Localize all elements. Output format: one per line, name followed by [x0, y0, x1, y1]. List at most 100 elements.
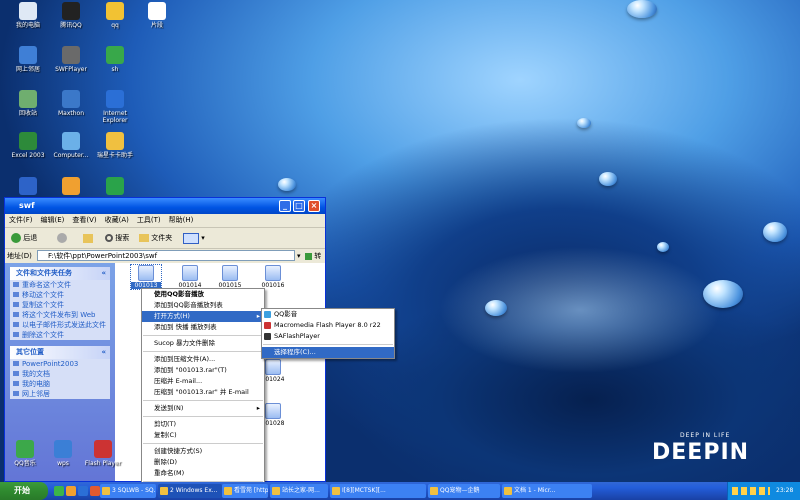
address-input[interactable]: F:\软件\ppt\PowerPoint2003\swf	[37, 250, 295, 261]
collapse-icon[interactable]: «	[101, 346, 106, 359]
task-link[interactable]: 以电子邮件形式发送此文件	[10, 320, 110, 330]
file-item[interactable]: 001013	[130, 264, 162, 290]
desktop-icon[interactable]: 瑞星卡卡助手	[92, 132, 138, 159]
submenu-item[interactable]: Macromedia Flash Player 8.0 r22	[262, 320, 394, 331]
back-button[interactable]: 后退	[11, 231, 37, 245]
context-menu: 使用QQ影音播放 添加到QQ影音播放列表打开方式(H) ▸ 添加到 快播 播放列表 Su…	[141, 288, 265, 496]
context-menu-item[interactable]: 打开方式(H) ▸	[142, 311, 264, 322]
menu-item[interactable]: 文件(F)	[9, 216, 33, 224]
task-link[interactable]: 删除这个文件	[10, 330, 110, 340]
desktop-icon[interactable]: qq	[92, 2, 138, 29]
quick-launch-icon[interactable]	[78, 486, 88, 496]
context-menu-item[interactable]: 添加到压缩文件(A)...	[142, 354, 264, 365]
context-menu-item[interactable]: 添加到 快播 播放列表	[142, 322, 264, 333]
taskbar-button[interactable]: 看雪苑 [http...	[222, 484, 268, 498]
file-item[interactable]: 001014	[175, 265, 205, 289]
swf-file-icon	[182, 265, 198, 281]
context-menu-item[interactable]: Sucop 暴力文件删除	[142, 338, 264, 349]
menu-item-label: 添加到 快播 播放列表	[154, 323, 217, 331]
maximize-button[interactable]: □	[293, 200, 305, 212]
place-link[interactable]: PowerPoint2003	[10, 359, 110, 369]
taskbar-button-label: I[8][MCTSK][...	[342, 487, 386, 494]
views-button[interactable]: ▾	[183, 231, 205, 245]
desktop-icon[interactable]: Computer...	[48, 132, 94, 159]
desktop-icon[interactable]: 网上邻居	[5, 46, 51, 73]
address-label: 地址(D)	[7, 252, 32, 260]
program-icon	[264, 333, 271, 340]
file-tasks-header[interactable]: 文件和文件夹任务 «	[10, 267, 110, 280]
context-menu-item[interactable]: 添加到QQ影音播放列表	[142, 300, 264, 311]
quick-launch-icon[interactable]	[66, 486, 76, 496]
task-link[interactable]: 复制这个文件	[10, 300, 110, 310]
context-menu-item[interactable]: 压缩并 E-mail...	[142, 376, 264, 387]
desktop-icon[interactable]	[92, 177, 138, 197]
place-link[interactable]: 我的文档	[10, 369, 110, 379]
context-menu-item[interactable]: 发送到(N) ▸	[142, 403, 264, 414]
place-link[interactable]: 我的电脑	[10, 379, 110, 389]
open-with-submenu: QQ影音 Macromedia Flash Player 8.0 r22 SAFla…	[261, 308, 395, 359]
desktop-icon[interactable]	[5, 177, 51, 197]
menu-item[interactable]: 查看(V)	[72, 216, 96, 224]
desktop-icon[interactable]: Internet Explorer	[92, 90, 138, 124]
context-menu-item[interactable]: 剪切(T)	[142, 419, 264, 430]
water-drop	[599, 172, 617, 186]
context-menu-item[interactable]: 删除(D)	[142, 457, 264, 468]
water-drop	[485, 300, 507, 316]
clock[interactable]: 23:28	[776, 482, 793, 500]
submenu-item[interactable]: QQ影音	[262, 309, 394, 320]
quick-launch-icon[interactable]	[54, 486, 64, 496]
menu-item[interactable]: 编辑(E)	[41, 216, 65, 224]
menu-item[interactable]: 工具(T)	[137, 216, 161, 224]
desktop-icon[interactable]: Flash Player	[80, 440, 126, 467]
desktop-icon[interactable]: Maxthon	[48, 90, 94, 117]
folders-button[interactable]: 文件夹	[139, 231, 172, 245]
task-link[interactable]: 移动这个文件	[10, 290, 110, 300]
menu-separator	[143, 400, 263, 401]
desktop-icon[interactable]: 我的电脑	[5, 2, 51, 29]
menu-item[interactable]: 帮助(H)	[169, 216, 194, 224]
desktop-icon[interactable]: 腾讯QQ	[48, 2, 94, 29]
place-link[interactable]: 网上邻居	[10, 389, 110, 399]
context-menu-item[interactable]: 使用QQ影音播放	[142, 289, 264, 300]
taskbar-button[interactable]: 2 Windows Ex...	[158, 484, 222, 498]
other-places-header[interactable]: 其它位置 «	[10, 346, 110, 359]
up-folder-button[interactable]	[83, 231, 93, 245]
context-menu-item[interactable]: 创建快捷方式(S)	[142, 446, 264, 457]
start-button[interactable]: 开始	[0, 482, 48, 500]
desktop-icon-label: 腾讯QQ	[60, 22, 82, 29]
taskbar-button[interactable]: 文档 1 - Micr...	[502, 484, 592, 498]
context-menu-item[interactable]: 复制(C)	[142, 430, 264, 441]
quick-launch-icon[interactable]	[90, 486, 100, 496]
context-menu-item[interactable]: 添加到 "001013.rar"(T)	[142, 365, 264, 376]
desktop-icon[interactable]: SWFPlayer	[48, 46, 94, 73]
desktop-icon-label: 回收站	[18, 110, 37, 117]
desktop-icon[interactable]: 片段	[134, 2, 180, 29]
taskbar-button[interactable]: I[8][MCTSK][...	[330, 484, 426, 498]
address-dropdown-icon[interactable]: ▾	[297, 249, 301, 263]
window-titlebar[interactable]: swf _ □ ×	[5, 198, 325, 214]
forward-button[interactable]	[57, 231, 67, 245]
submenu-item[interactable]: 选择程序(C)...	[262, 347, 394, 358]
file-item[interactable]: 001015	[215, 265, 245, 289]
desktop-icon[interactable]	[48, 177, 94, 197]
task-link[interactable]: 重命名这个文件	[10, 280, 110, 290]
taskbar-button[interactable]: 站长之家-网...	[270, 484, 328, 498]
desktop-icon[interactable]: sh	[92, 46, 138, 73]
taskbar-button[interactable]: 3 SQLWB - SQ...	[100, 484, 156, 498]
tray-icons[interactable]	[732, 487, 770, 495]
context-menu-item[interactable]: 压缩到 "001013.rar" 并 E-mail	[142, 387, 264, 398]
submenu-item[interactable]: SAFlashPlayer	[262, 331, 394, 342]
search-button[interactable]: 搜索	[105, 231, 129, 245]
desktop-icon[interactable]: 回收站	[5, 90, 51, 117]
collapse-icon[interactable]: «	[101, 267, 106, 280]
taskbar-button[interactable]: QQ宠物—企鹅	[428, 484, 500, 498]
menu-item-label: 添加到QQ影音播放列表	[154, 301, 223, 309]
desktop-icon[interactable]: Excel 2003	[5, 132, 51, 159]
menu-item-label: 选择程序(C)...	[274, 348, 316, 356]
file-item[interactable]: 001016	[258, 265, 288, 289]
task-link[interactable]: 将这个文件发布到 Web	[10, 310, 110, 320]
close-button[interactable]: ×	[308, 200, 320, 212]
minimize-button[interactable]: _	[279, 200, 291, 212]
menu-item[interactable]: 收藏(A)	[105, 216, 129, 224]
context-menu-item[interactable]: 重命名(M)	[142, 468, 264, 479]
